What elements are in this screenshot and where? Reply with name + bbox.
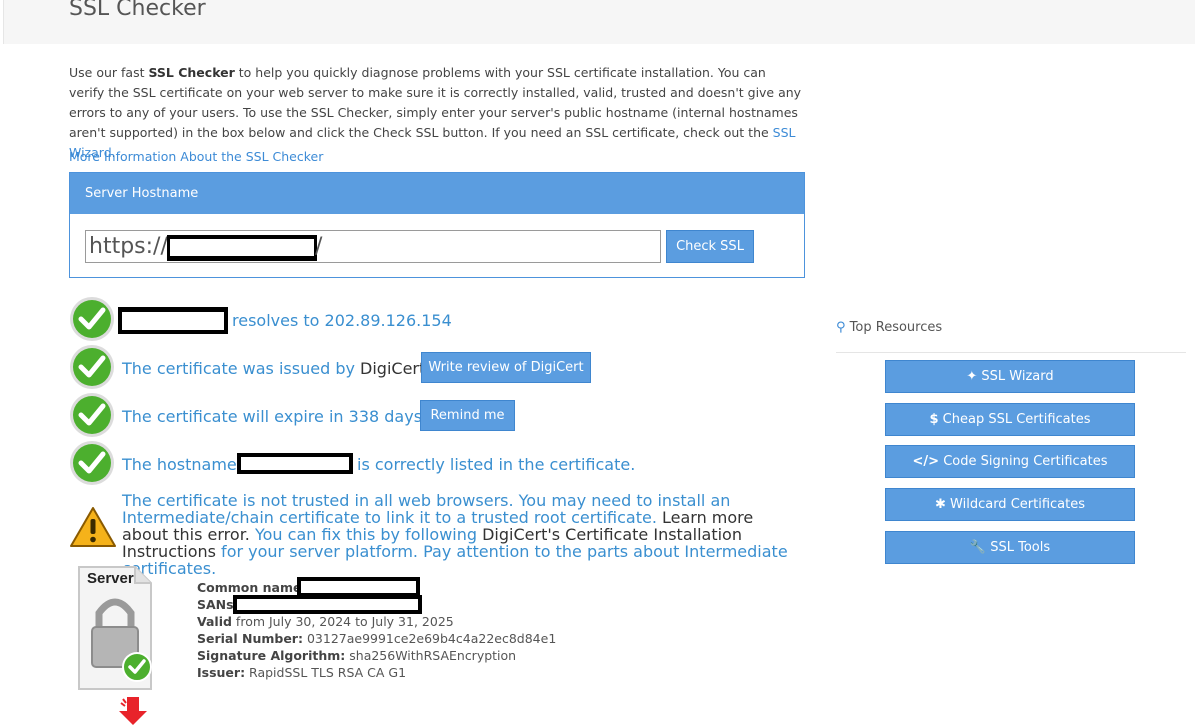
issuer-name: DigiCert — [360, 359, 426, 378]
sidebar-item-ssl-tools[interactable]: 🔧 SSL Tools — [885, 531, 1135, 564]
panel-title: Server Hostname — [70, 173, 804, 214]
search-icon: ⚲ — [836, 320, 846, 335]
top-resources-heading: ⚲ Top Resources — [836, 320, 942, 335]
intro-text-1: Use our fast — [69, 65, 149, 80]
sidebar-item-label: Code Signing Certificates — [943, 454, 1108, 469]
warning-icon — [70, 507, 116, 547]
success-check-icon — [70, 441, 114, 485]
signature-label: Signature Algorithm: — [197, 648, 346, 663]
more-info-link[interactable]: More Information About the SSL Checker — [69, 149, 323, 164]
issuer-value: RapidSSL TLS RSA CA G1 — [245, 665, 407, 680]
hostname-prefix-text: The hostname — [122, 455, 237, 474]
sidebar-item-ssl-wizard[interactable]: ✦ SSL Wizard — [885, 360, 1135, 393]
remind-me-button[interactable]: Remind me — [420, 400, 515, 431]
server-icon-label: Server — [87, 570, 134, 587]
success-check-icon — [70, 297, 114, 341]
common-name-label: Common name: — [197, 580, 307, 595]
redacted-hostname — [167, 235, 317, 261]
sidebar-item-label: SSL Tools — [990, 540, 1051, 555]
sidebar-item-label: SSL Wizard — [981, 369, 1054, 384]
sidebar-item-label: Cheap SSL Certificates — [942, 412, 1091, 427]
warning-text-1: The certificate is not trusted in all we… — [122, 491, 731, 527]
success-check-icon — [70, 393, 114, 437]
check-ssl-button[interactable]: Check SSL — [666, 230, 754, 263]
hostname-suffix-text: is correctly listed in the certificate. — [357, 455, 636, 474]
redacted-hostname — [118, 307, 228, 334]
sidebar-item-code-signing[interactable]: </> Code Signing Certificates — [885, 445, 1135, 478]
hostname-panel: Server Hostname https:// / Check SSL — [69, 172, 805, 278]
write-review-button[interactable]: Write review of DigiCert — [421, 352, 591, 383]
intro-paragraph: Use our fast SSL Checker to help you qui… — [69, 63, 805, 163]
valid-value: from July 30, 2024 to July 31, 2025 — [231, 614, 454, 629]
valid-row: Valid from July 30, 2024 to July 31, 202… — [197, 613, 556, 630]
sidebar-item-wildcard[interactable]: ✱ Wildcard Certificates — [885, 488, 1135, 521]
chain-arrow-icon — [119, 697, 147, 725]
intro-bold: SSL Checker — [148, 65, 235, 80]
warning-text-5: for your server platform. Pay attention … — [122, 542, 788, 578]
redacted-hostname — [237, 453, 353, 474]
code-icon: </> — [912, 454, 940, 469]
divider — [836, 352, 1186, 353]
hostname-suffix: / — [315, 234, 323, 259]
page-title: SSL Checker — [69, 0, 206, 21]
serial-row: Serial Number: 03127ae9991ce2e69b4c4a22e… — [197, 630, 556, 647]
dollar-icon: $ — [929, 412, 939, 427]
issuer-label: Issuer: — [197, 665, 246, 680]
success-check-icon — [70, 345, 114, 389]
serial-label: Serial Number: — [197, 631, 303, 646]
redacted-common-name — [297, 577, 420, 597]
signature-value: sha256WithRSAEncryption — [345, 648, 517, 663]
issued-prefix: The certificate was issued by — [122, 359, 361, 378]
issuer-row: Issuer: RapidSSL TLS RSA CA G1 — [197, 664, 556, 681]
signature-row: Signature Algorithm: sha256WithRSAEncryp… — [197, 647, 556, 664]
expire-text: The certificate will expire in 338 days. — [122, 407, 428, 426]
asterisk-icon: ✱ — [934, 497, 946, 512]
warning-message: The certificate is not trusted in all we… — [122, 492, 802, 577]
wrench-icon: 🔧 — [969, 540, 987, 555]
top-resources-title: Top Resources — [849, 320, 943, 335]
sidebar-item-cheap-ssl[interactable]: $ Cheap SSL Certificates — [885, 403, 1135, 436]
sidebar-item-label: Wildcard Certificates — [950, 497, 1085, 512]
resolves-text: resolves to 202.89.126.154 — [232, 311, 452, 330]
redacted-sans — [233, 595, 422, 614]
issued-by-text: The certificate was issued by DigiCert. — [122, 359, 430, 378]
serial-value: 03127ae9991ce2e69b4c4a22ec8d84e1 — [302, 631, 557, 646]
magic-wand-icon: ✦ — [966, 369, 978, 384]
valid-label: Valid — [197, 614, 232, 629]
